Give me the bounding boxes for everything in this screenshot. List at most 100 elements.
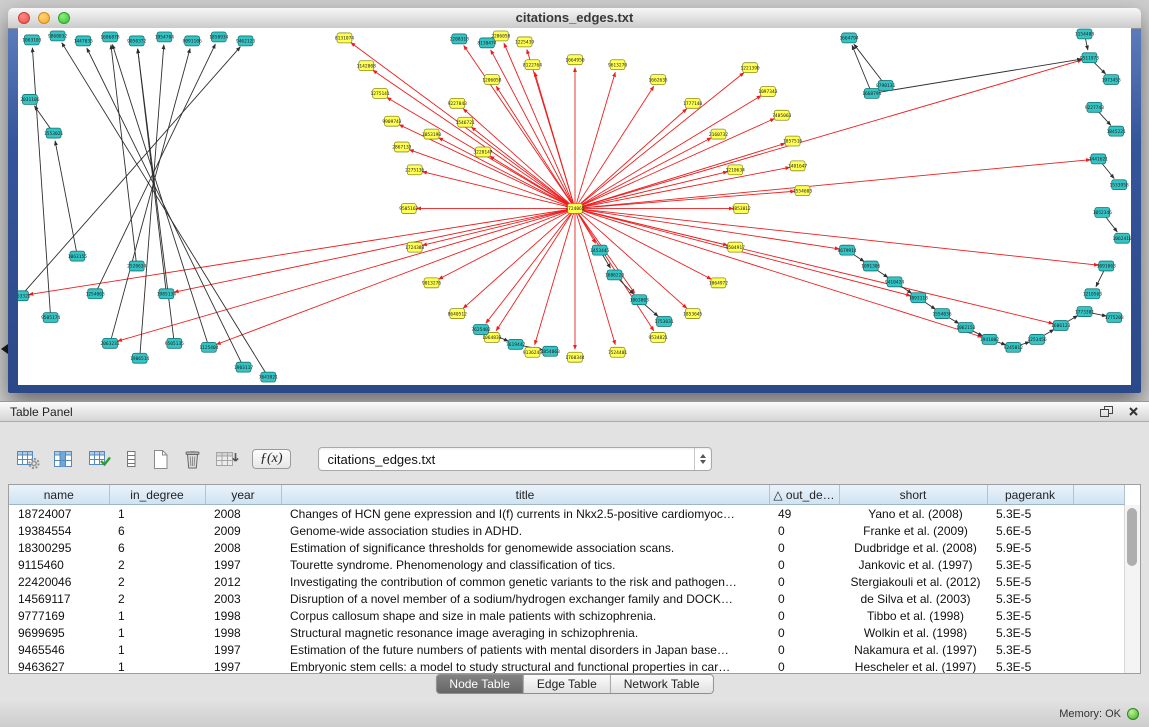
network-node[interactable]: 1533958	[1110, 180, 1129, 190]
network-edge[interactable]	[491, 50, 573, 204]
network-edge[interactable]	[486, 212, 572, 323]
network-node[interactable]: 1941002	[980, 334, 999, 344]
network-node[interactable]: 1753031	[654, 317, 673, 327]
network-edge[interactable]	[580, 160, 1091, 208]
tab-edge-table[interactable]: Edge Table	[523, 675, 610, 693]
network-edge[interactable]	[490, 156, 571, 206]
network-node[interactable]: 1254063	[86, 289, 105, 299]
network-node[interactable]: 1453445	[590, 245, 609, 255]
network-edge[interactable]	[1105, 216, 1117, 232]
network-node[interactable]: 1664950	[565, 55, 584, 65]
network-node[interactable]: 1447035	[74, 36, 93, 46]
network-node[interactable]: 9462123	[236, 36, 255, 46]
network-edge[interactable]	[140, 45, 164, 353]
network-node[interactable]: 1206058	[482, 75, 501, 85]
network-edge[interactable]	[216, 210, 570, 344]
network-node[interactable]: 1664794	[839, 33, 858, 43]
network-node[interactable]: 1063003	[630, 295, 649, 305]
network-node[interactable]: 2031106	[20, 94, 39, 104]
network-edge[interactable]	[1098, 111, 1111, 125]
network-node[interactable]: 1854063	[541, 346, 560, 356]
network-node[interactable]: 8640512	[448, 309, 467, 319]
function-builder-button[interactable]: ƒ(x)	[252, 449, 291, 469]
network-node[interactable]: 7524401	[608, 347, 627, 357]
network-edge[interactable]	[439, 211, 571, 279]
network-node[interactable]: 7485063	[772, 110, 791, 120]
network-edge[interactable]	[580, 167, 790, 207]
network-edge[interactable]	[439, 138, 571, 206]
table-select-combobox[interactable]: citations_edges.txt	[318, 447, 712, 471]
network-node[interactable]: 1210563	[1083, 289, 1102, 299]
table-row[interactable]: 969969511998Structural magnetic resonanc…	[9, 624, 1125, 641]
network-edge[interactable]	[1101, 163, 1114, 179]
network-node[interactable]: 1546721	[456, 117, 475, 127]
network-node[interactable]: 1063103	[22, 35, 41, 45]
network-node[interactable]: 9860032	[48, 31, 67, 41]
network-node[interactable]: 7643021	[259, 372, 278, 382]
network-edge[interactable]	[55, 141, 76, 251]
network-node[interactable]: 1973453	[1102, 75, 1121, 85]
network-edge[interactable]	[580, 119, 775, 207]
network-edge[interactable]	[422, 210, 570, 246]
network-node[interactable]: 1154408	[1075, 29, 1094, 39]
network-node[interactable]: 1221390	[741, 63, 760, 73]
network-edge[interactable]	[111, 45, 136, 261]
table-row[interactable]: 1938455462009Genome-wide association stu…	[9, 522, 1125, 539]
collapse-panel-arrow[interactable]	[1, 344, 8, 354]
network-edge[interactable]	[174, 209, 570, 292]
column-header-0[interactable]: name	[9, 485, 109, 505]
network-node[interactable]: 9505135	[165, 338, 184, 348]
table-row[interactable]: 1830029562008Estimation of significance …	[9, 539, 1125, 556]
column-header-6[interactable]: pagerank	[987, 485, 1073, 505]
float-panel-button[interactable]	[1099, 405, 1114, 418]
network-node[interactable]: 8679914	[837, 245, 856, 255]
network-node[interactable]: 7625402	[471, 325, 490, 335]
network-node[interactable]: 1857516	[783, 136, 802, 146]
network-node[interactable]: 2063231	[100, 338, 119, 348]
column-header-4[interactable]: △ out_de…	[769, 485, 839, 505]
network-node[interactable]: 1210634	[726, 165, 745, 175]
window-titlebar[interactable]: citations_edges.txt	[8, 8, 1141, 29]
network-edge[interactable]	[373, 70, 571, 206]
tab-network-table[interactable]: Network Table	[610, 675, 713, 693]
combo-stepper-icon[interactable]	[694, 448, 711, 470]
network-node[interactable]: 8131074	[335, 33, 354, 43]
network-edge[interactable]	[580, 210, 911, 296]
network-edge[interactable]	[138, 49, 166, 289]
vertical-scrollbar[interactable]	[1124, 505, 1140, 673]
table-row[interactable]: 1456911722003Disruption of a novel membe…	[9, 590, 1125, 607]
network-node[interactable]: 9245012	[1004, 342, 1023, 352]
network-node[interactable]: 7619447	[506, 339, 525, 349]
column-header-5[interactable]: short	[839, 485, 987, 505]
network-edge[interactable]	[24, 47, 240, 292]
network-edge[interactable]	[576, 72, 615, 203]
network-node[interactable]: 1253456	[1027, 334, 1046, 344]
column-header-1[interactable]: in_degree	[109, 485, 205, 505]
network-node[interactable]: 9227843	[448, 98, 467, 108]
network-node[interactable]: 1777140	[683, 98, 702, 108]
network-node[interactable]: 1760344	[565, 352, 584, 362]
close-panel-button[interactable]	[1128, 406, 1139, 417]
network-node[interactable]: 9504917	[726, 242, 745, 252]
network-node[interactable]: 9505162	[399, 204, 418, 214]
network-node[interactable]: 1401647	[788, 161, 807, 171]
import-table-button[interactable]	[215, 449, 239, 470]
network-node[interactable]: 9505174	[41, 313, 60, 323]
table-settings-button[interactable]	[16, 449, 40, 470]
scrollbar-thumb[interactable]	[1127, 508, 1137, 566]
network-edge[interactable]	[580, 209, 1098, 265]
edit-table-button[interactable]	[88, 449, 112, 470]
network-node[interactable]: 1441621	[1089, 154, 1108, 164]
memory-status-indicator[interactable]	[1127, 708, 1139, 720]
network-node[interactable]: 1091063	[1097, 261, 1116, 271]
network-node[interactable]: 8122764	[523, 60, 542, 70]
network-edge[interactable]	[1093, 61, 1106, 74]
network-view[interactable]: 1724065185301295049171064972185364595348…	[18, 28, 1131, 385]
network-node[interactable]: 8790131	[876, 81, 895, 91]
network-node[interactable]: 9613270	[608, 60, 627, 70]
network-node[interactable]: 1225439	[515, 37, 534, 47]
network-node[interactable]: 2275136	[405, 165, 424, 175]
network-node[interactable]: 1845221	[1107, 126, 1126, 136]
network-node[interactable]: 9511973	[1080, 53, 1099, 63]
network-node[interactable]: 8130474	[477, 38, 496, 48]
